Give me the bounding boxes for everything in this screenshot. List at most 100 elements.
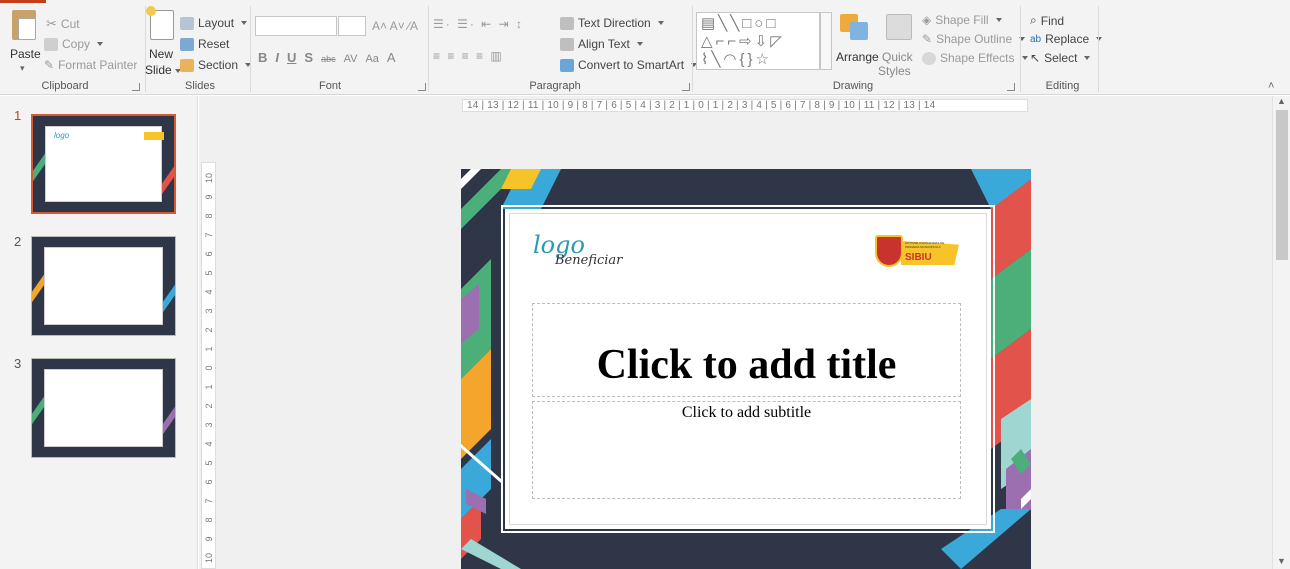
- subtitle-placeholder[interactable]: Click to add subtitle: [532, 401, 961, 499]
- sibiu-crest-icon: [875, 235, 903, 267]
- horizontal-ruler: 14 | 13 | 12 | 11 | 10 | 9 | 8 | 7 | 6 |…: [462, 99, 1028, 112]
- cursor-icon: ↖: [1030, 51, 1041, 65]
- paragraph-launcher-icon[interactable]: [682, 83, 690, 91]
- ruler-tick: 4: [204, 441, 214, 447]
- scroll-up-icon[interactable]: ▲: [1277, 96, 1286, 106]
- list-buttons[interactable]: ☰· ☰· ⇤ ⇥ ↕: [433, 17, 524, 31]
- ruler-tick: 9: [204, 194, 214, 200]
- subtitle-placeholder-text: Click to add subtitle: [681, 404, 812, 421]
- strikethrough-button[interactable]: abc: [321, 54, 336, 64]
- font-launcher-icon[interactable]: [418, 83, 426, 91]
- align-text-button[interactable]: Align Text: [560, 37, 643, 51]
- ruler-tick: 10: [204, 553, 214, 564]
- italic-button[interactable]: I: [275, 50, 279, 65]
- ruler-tick: 6: [204, 251, 214, 257]
- convert-smartart-button[interactable]: Convert to SmartArt: [560, 58, 698, 72]
- logo-beneficiar-subtitle: Beneficiar: [555, 253, 623, 268]
- quick-styles-button[interactable]: Quick: [882, 50, 913, 64]
- shapes-icon: ▤╲╲□○□ △⌐⌐⇨⇩◸ ⌇╲◠{}☆: [701, 15, 785, 68]
- new-slide-button-line2[interactable]: Slide: [145, 63, 181, 77]
- align-text-icon: [560, 37, 574, 51]
- clipboard-launcher-icon[interactable]: [132, 83, 140, 91]
- ruler-tick: 8: [204, 213, 214, 219]
- scissors-icon: ✂: [46, 16, 57, 31]
- paste-dropdown-icon[interactable]: ▾: [20, 63, 25, 74]
- thumbnail-card: [44, 369, 163, 447]
- slide-thumbnail-1[interactable]: logo: [31, 114, 176, 214]
- new-slide-button[interactable]: New: [149, 47, 173, 61]
- paste-button[interactable]: Paste: [10, 47, 41, 61]
- stripe: [461, 169, 481, 189]
- text-direction-icon: [560, 16, 574, 30]
- quick-styles-button-line2[interactable]: Styles: [878, 64, 911, 78]
- font-size-buttons[interactable]: A˄ A˅ ⁄A: [372, 19, 418, 33]
- select-button[interactable]: ↖ Select: [1030, 51, 1091, 65]
- divider: [428, 6, 429, 92]
- ruler-tick: 8: [204, 517, 214, 523]
- ruler-tick: 3: [204, 422, 214, 428]
- paragraph-group-label: Paragraph: [529, 80, 581, 92]
- pen-icon: ✎: [922, 32, 933, 46]
- font-size-combo[interactable]: [338, 16, 366, 36]
- arrange-button[interactable]: Arrange: [836, 50, 879, 64]
- layout-button[interactable]: Layout: [180, 16, 248, 30]
- ruler-tick: 2: [204, 327, 214, 333]
- font-color-button[interactable]: A: [387, 50, 396, 65]
- replace-button[interactable]: ab Replace: [1030, 32, 1103, 46]
- divider: [692, 6, 693, 92]
- ruler-tick: 1: [204, 346, 214, 352]
- text-direction-button[interactable]: Text Direction: [560, 16, 664, 30]
- divider: [1020, 6, 1021, 92]
- chevron-down-icon: [1021, 56, 1028, 60]
- shape-effects-button[interactable]: Shape Effects: [922, 51, 1028, 65]
- paintbrush-icon: ✎: [44, 58, 55, 72]
- chevron-down-icon: [657, 21, 664, 25]
- ruler-tick: 1: [204, 384, 214, 390]
- font-name-combo[interactable]: [255, 16, 337, 36]
- ruler-tick: 7: [204, 498, 214, 504]
- ribbon-tab-accent: [0, 0, 46, 3]
- arrange-icon-back: [850, 22, 868, 40]
- stripe: [461, 539, 521, 569]
- paint-bucket-icon: ◈: [922, 13, 932, 27]
- thumbnail-card: logo: [45, 126, 164, 202]
- shapes-gallery[interactable]: ▤╲╲□○□ △⌐⌐⇨⇩◸ ⌇╲◠{}☆: [696, 12, 820, 70]
- section-icon: [180, 58, 194, 72]
- reset-button[interactable]: Reset: [180, 37, 229, 51]
- quick-styles-icon[interactable]: [886, 14, 912, 40]
- ruler-tick: 7: [204, 232, 214, 238]
- shapes-gallery-scroll[interactable]: [820, 12, 832, 70]
- vertical-ruler: 10 9 8 7 6 5 4 3 2 1 0 1 2 3 4 5 6 7 8 9…: [201, 162, 216, 569]
- scrollbar-thumb[interactable]: [1276, 110, 1288, 260]
- align-buttons[interactable]: ≡ ≡ ≡ ≡ ▥: [433, 49, 504, 63]
- slide-thumbnail-3[interactable]: [31, 358, 176, 458]
- character-spacing-button[interactable]: AV: [344, 53, 358, 65]
- font-format-row: B I U Sabc AV Aa A: [258, 50, 404, 65]
- change-case-button[interactable]: Aa: [365, 53, 378, 65]
- bold-button[interactable]: B: [258, 50, 267, 65]
- underline-button[interactable]: U: [287, 50, 296, 65]
- slide-thumbnail-2[interactable]: [31, 236, 176, 336]
- cut-button[interactable]: ✂ Cut: [46, 16, 80, 32]
- find-button[interactable]: ⌕ Find: [1030, 13, 1064, 28]
- chevron-down-icon: [636, 42, 643, 46]
- thumbnail-logo: logo: [54, 131, 70, 140]
- shadow-button[interactable]: S: [304, 50, 313, 65]
- collapse-ribbon-icon[interactable]: ˄: [1268, 80, 1274, 92]
- shape-effects-icon: [922, 51, 936, 65]
- format-painter-button[interactable]: ✎ Format Painter: [44, 58, 137, 72]
- copy-button[interactable]: Copy: [44, 37, 104, 51]
- chevron-down-icon: [995, 18, 1002, 22]
- title-placeholder[interactable]: Click to add title: [532, 303, 961, 397]
- copy-icon: [44, 37, 58, 51]
- drawing-launcher-icon[interactable]: [1007, 83, 1015, 91]
- chevron-down-icon: [241, 21, 248, 25]
- shape-outline-button[interactable]: ✎ Shape Outline: [922, 32, 1026, 46]
- thumbnail-card: [44, 247, 163, 325]
- vertical-scrollbar[interactable]: ▲ ▼: [1272, 96, 1290, 569]
- shape-fill-button[interactable]: ◈ Shape Fill: [922, 13, 1002, 27]
- section-button[interactable]: Section: [180, 58, 252, 72]
- divider: [1098, 6, 1099, 92]
- slide-canvas[interactable]: logo Beneficiar ACTIUNE COFINANTATA DE P…: [461, 169, 1031, 569]
- scroll-down-icon[interactable]: ▼: [1277, 556, 1286, 566]
